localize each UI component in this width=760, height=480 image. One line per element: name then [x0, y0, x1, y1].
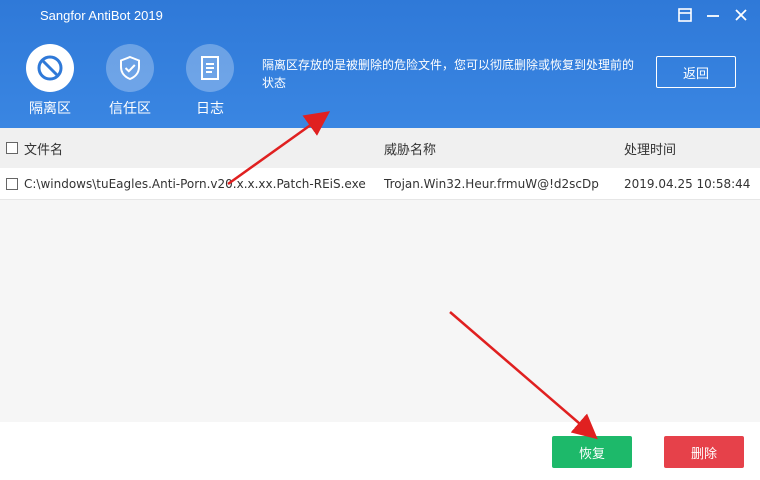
nav-label-quarantine: 隔离区 [29, 101, 71, 117]
table-empty-area [0, 200, 760, 422]
quarantine-icon [26, 44, 74, 92]
back-button[interactable]: 返回 [656, 56, 736, 88]
window-controls [676, 6, 750, 24]
process-time: 2019.04.25 10:58:44 [624, 176, 751, 191]
nav-label-trusted: 信任区 [109, 101, 151, 117]
main-nav: 隔离区 信任区 日志 [22, 44, 238, 118]
nav-item-trusted[interactable]: 信任区 [102, 44, 158, 118]
minimize-icon[interactable] [704, 6, 722, 24]
app-header: Sangfor AntiBot 2019 隔离区 信任区 日志 隔离区存放的是被… [0, 0, 760, 128]
file-path: C:\windows\tuEagles.Anti-Porn.v20.x.x.xx… [24, 176, 366, 191]
delete-button[interactable]: 删除 [664, 436, 744, 468]
column-header-time: 处理时间 [624, 142, 677, 158]
select-all-checkbox-cell [6, 128, 18, 168]
app-title: Sangfor AntiBot 2019 [40, 8, 163, 23]
select-all-checkbox[interactable] [6, 142, 18, 154]
nav-item-quarantine[interactable]: 隔离区 [22, 44, 78, 118]
column-header-threat: 威胁名称 [384, 142, 437, 158]
shield-check-icon [106, 44, 154, 92]
restore-button[interactable]: 恢复 [552, 436, 632, 468]
row-checkbox[interactable] [6, 177, 18, 190]
log-icon [186, 44, 234, 92]
close-icon[interactable] [732, 6, 750, 24]
table-row[interactable]: C:\windows\tuEagles.Anti-Porn.v20.x.x.xx… [0, 168, 760, 200]
footer-bar [0, 422, 760, 480]
nav-label-log: 日志 [196, 101, 224, 117]
row-checkbox-cell [6, 168, 18, 199]
quarantine-description: 隔离区存放的是被删除的危险文件，您可以彻底删除或恢复到处理前的状态 [262, 58, 635, 90]
menu-icon[interactable] [676, 6, 694, 24]
nav-item-log[interactable]: 日志 [182, 44, 238, 118]
threat-name: Trojan.Win32.Heur.frmuW@!d2scDp [384, 176, 599, 191]
table-header: 文件名 威胁名称 处理时间 [0, 128, 760, 168]
column-header-filename: 文件名 [24, 142, 64, 158]
